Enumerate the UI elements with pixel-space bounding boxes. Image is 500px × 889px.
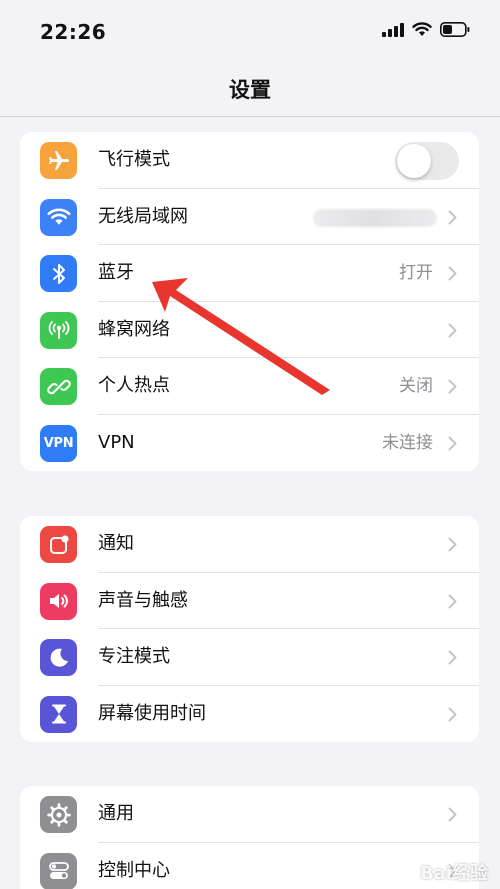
watermark: Bai经验 — [419, 863, 488, 884]
annotation-arrow — [152, 278, 330, 395]
arrow-shape — [152, 278, 330, 395]
